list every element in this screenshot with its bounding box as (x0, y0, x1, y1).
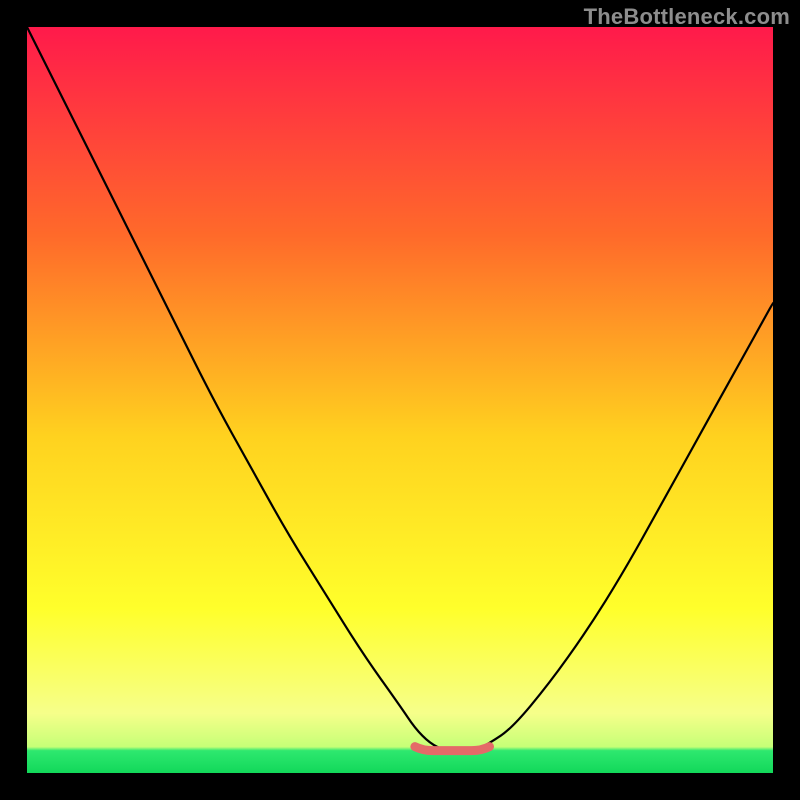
gradient-background (27, 27, 773, 773)
flat-region-marker (415, 747, 490, 751)
chart-frame: TheBottleneck.com (0, 0, 800, 800)
watermark-text: TheBottleneck.com (584, 4, 790, 30)
plot-area (27, 27, 773, 773)
chart-svg (27, 27, 773, 773)
